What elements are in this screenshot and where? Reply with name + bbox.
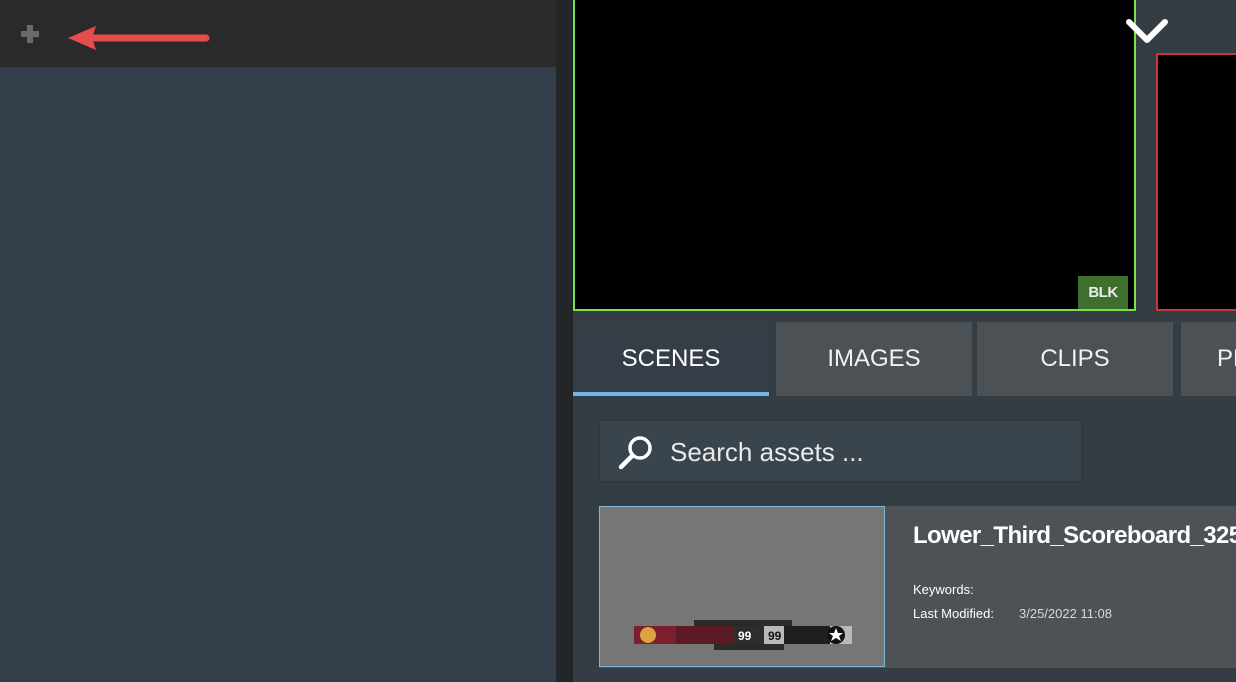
preview-monitor [1156,53,1236,311]
scoreboard-graphic: 99 99 [634,620,852,650]
asset-tabs: SCENES IMAGES CLIPS PL [573,322,1236,396]
annotation-arrow-icon [68,26,210,50]
program-monitor: BLK [573,0,1136,311]
plus-icon[interactable] [19,23,41,45]
tab-clips[interactable]: CLIPS [977,322,1173,396]
score-left: 99 [738,629,752,643]
search-input[interactable] [670,433,1070,471]
left-panel [0,67,556,682]
asset-thumbnail[interactable]: 99 99 [599,506,885,667]
score-right: 99 [768,629,782,643]
tab-pl[interactable]: PL [1181,322,1236,396]
keywords-label: Keywords: [913,582,974,597]
asset-title[interactable]: Lower_Third_Scoreboard_325 [913,522,1236,550]
preview-area: BLK SCENES IMAGES CLIPS PL 99 99 [573,0,1236,682]
tab-scenes[interactable]: SCENES [573,322,769,396]
panel-divider[interactable] [556,0,573,682]
blk-badge: BLK [1078,276,1128,309]
last-modified-value: 3/25/2022 11:08 [1019,606,1113,621]
search-box [599,420,1082,482]
tab-images[interactable]: IMAGES [776,322,972,396]
chevron-down-icon[interactable] [1125,16,1169,48]
last-modified-label: Last Modified: [913,606,994,621]
asset-card[interactable]: 99 99 Lower_Third_Scoreboard_325 Keyword… [599,506,1236,668]
top-toolbar [0,0,556,67]
search-icon [618,436,652,470]
